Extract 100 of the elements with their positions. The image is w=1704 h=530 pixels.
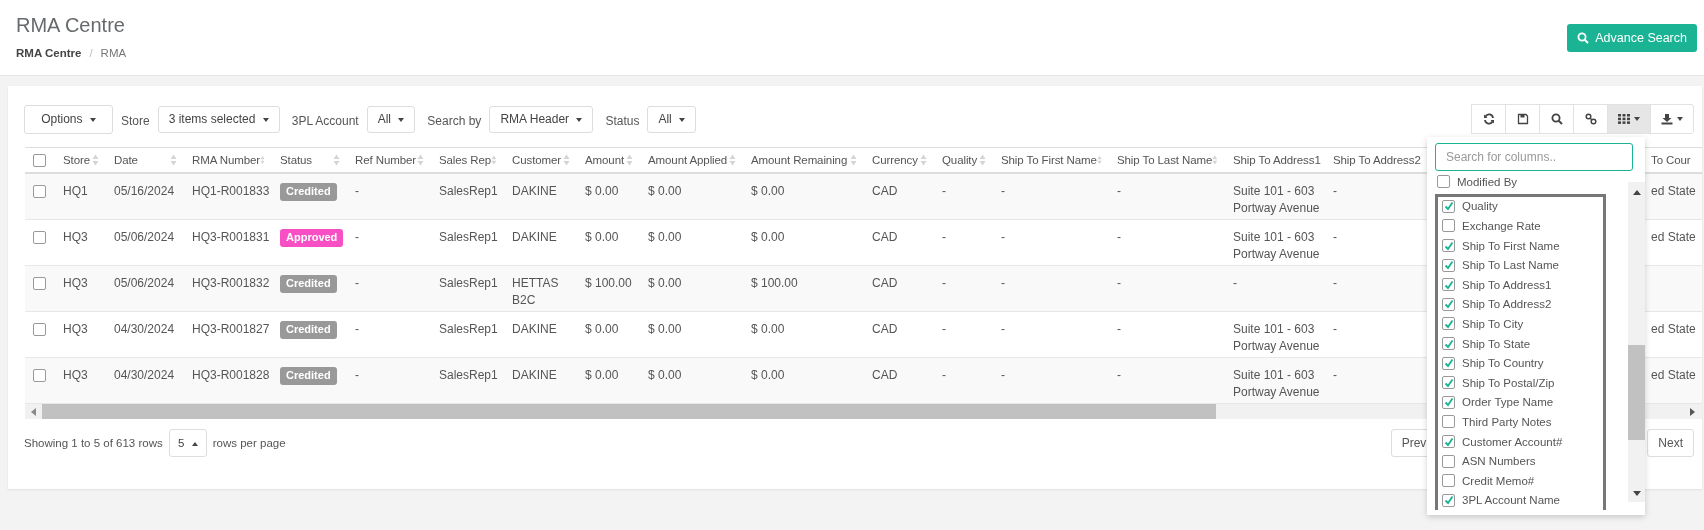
column-checkbox[interactable]	[1437, 175, 1450, 189]
column-option-label[interactable]: 3PL Account Name	[1462, 494, 1561, 507]
link-tool-button[interactable]	[1573, 104, 1608, 134]
column-option-label[interactable]: Credit Memo#	[1462, 474, 1535, 487]
sort-icon[interactable]	[333, 154, 340, 166]
column-header[interactable]: Status	[280, 154, 312, 166]
column-option-label[interactable]: Customer Account#	[1462, 435, 1563, 448]
column-header[interactable]: Store	[63, 154, 90, 166]
column-header[interactable]: Ship To Last Name	[1117, 154, 1213, 166]
column-header[interactable]: Customer	[512, 154, 562, 166]
column-option-label[interactable]: Ship To Last Name	[1462, 259, 1559, 272]
column-checkbox[interactable]	[1442, 415, 1455, 429]
column-checkbox[interactable]	[1442, 258, 1455, 272]
columns-tool-button[interactable]	[1607, 104, 1651, 134]
column-option-label[interactable]: ASN Numbers	[1462, 455, 1536, 468]
filter-select[interactable]: All	[647, 105, 697, 133]
column-checkbox[interactable]	[1442, 297, 1455, 311]
column-option-label[interactable]: Ship To Country	[1462, 357, 1544, 370]
sort-icon[interactable]	[1212, 154, 1218, 166]
column-option-label[interactable]: Exchange Rate	[1462, 220, 1541, 232]
column-option-label[interactable]: Modified By	[1457, 175, 1518, 188]
column-option-label[interactable]: Third Party Notes	[1462, 415, 1552, 428]
table-cell: HQ1-R001833	[192, 184, 269, 198]
column-checkbox[interactable]	[1442, 239, 1455, 253]
sort-icon[interactable]	[417, 154, 424, 166]
sort-icon[interactable]	[850, 154, 857, 166]
column-header[interactable]: Quality	[942, 154, 978, 166]
column-header[interactable]: Amount Applied	[648, 154, 728, 166]
table-cell: -	[1333, 368, 1337, 382]
column-header[interactable]: Amount	[585, 154, 625, 166]
column-header[interactable]: Ship To First Name	[1001, 154, 1097, 166]
column-header[interactable]: Ship To Address2	[1333, 154, 1421, 166]
row-checkbox[interactable]	[33, 323, 46, 337]
column-header[interactable]: Ship To Address1	[1233, 154, 1321, 166]
select-all-checkbox[interactable]	[33, 153, 46, 167]
column-checkbox[interactable]	[1442, 395, 1455, 409]
filter-select[interactable]: RMA Header	[489, 105, 594, 133]
caret-icon	[191, 441, 198, 446]
sort-icon[interactable]	[920, 154, 927, 166]
column-checkbox[interactable]	[1442, 376, 1455, 390]
table-cell: $ 0.00	[585, 184, 619, 198]
column-checkbox[interactable]	[1442, 356, 1455, 370]
column-header[interactable]: Ref Number	[355, 154, 416, 166]
sort-icon[interactable]	[1096, 154, 1102, 166]
save-tool-button[interactable]	[1505, 104, 1540, 134]
table-cell: -	[355, 368, 359, 382]
column-header[interactable]: RMA Number	[192, 154, 261, 166]
table-cell: ed State	[1651, 184, 1696, 198]
refresh-tool-button[interactable]	[1471, 104, 1506, 134]
column-option-label[interactable]: Ship To First Name	[1462, 239, 1560, 252]
column-checkbox[interactable]	[1442, 278, 1455, 292]
grid-icon	[1618, 114, 1630, 124]
breadcrumb-item[interactable]: RMA Centre	[16, 47, 82, 59]
page-size-dropdown[interactable]: 5	[168, 429, 207, 457]
column-option-label[interactable]: Ship To City	[1462, 317, 1524, 330]
column-option-label[interactable]: Order Type Name	[1462, 396, 1554, 409]
column-checkbox[interactable]	[1442, 474, 1455, 488]
row-checkbox[interactable]	[33, 369, 46, 383]
table-cell: DAKINE	[512, 230, 557, 244]
column-search-field[interactable]: Search for columns..	[1435, 143, 1633, 171]
column-option-label[interactable]: Ship To Postal/Zip	[1462, 376, 1555, 389]
column-checkbox[interactable]	[1442, 337, 1455, 351]
row-checkbox[interactable]	[33, 185, 46, 199]
column-option-label[interactable]: Ship To Address1	[1462, 278, 1552, 291]
column-option-label[interactable]: Ship To Address2	[1462, 298, 1552, 311]
column-header[interactable]: To Cour	[1651, 154, 1691, 166]
filter-select[interactable]: 3 items selected	[157, 105, 280, 133]
column-checkbox[interactable]	[1442, 493, 1455, 507]
sort-icon[interactable]	[92, 154, 99, 166]
sort-icon[interactable]	[626, 154, 633, 166]
sort-icon[interactable]	[260, 154, 265, 166]
column-checkbox[interactable]	[1442, 317, 1455, 331]
table-cell: 05/06/2024	[114, 230, 175, 244]
row-checkbox[interactable]	[33, 277, 46, 291]
vertical-scrollbar[interactable]	[1628, 182, 1645, 502]
column-header[interactable]: Sales Rep	[439, 154, 492, 166]
download-tool-button[interactable]	[1650, 104, 1694, 134]
sort-icon[interactable]	[979, 154, 986, 166]
column-option-label[interactable]: Ship To State	[1462, 337, 1531, 350]
table-cell: -	[355, 322, 359, 336]
next-button[interactable]: Next	[1647, 429, 1694, 457]
filter-select[interactable]: All	[366, 105, 416, 133]
column-header[interactable]: Amount Remaining	[751, 154, 848, 166]
status-badge: Approved	[280, 229, 344, 247]
sort-icon[interactable]	[170, 154, 177, 166]
column-option-label[interactable]: Quality	[1462, 200, 1498, 213]
sort-icon[interactable]	[729, 154, 736, 166]
column-header[interactable]: Currency	[872, 154, 918, 166]
search-tool-button[interactable]	[1539, 104, 1574, 134]
column-checkbox[interactable]	[1442, 454, 1455, 468]
column-checkbox[interactable]	[1442, 435, 1455, 448]
column-header[interactable]: Date	[114, 154, 138, 166]
column-checkbox[interactable]	[1442, 219, 1455, 233]
options-dropdown[interactable]: Options	[24, 104, 113, 134]
row-checkbox[interactable]	[33, 231, 46, 245]
sort-icon[interactable]	[491, 154, 497, 166]
sort-icon[interactable]	[563, 154, 570, 166]
column-checkbox[interactable]	[1442, 199, 1455, 213]
table-cell: -	[1117, 368, 1121, 382]
table-cell: HQ3-R001827	[192, 322, 269, 336]
